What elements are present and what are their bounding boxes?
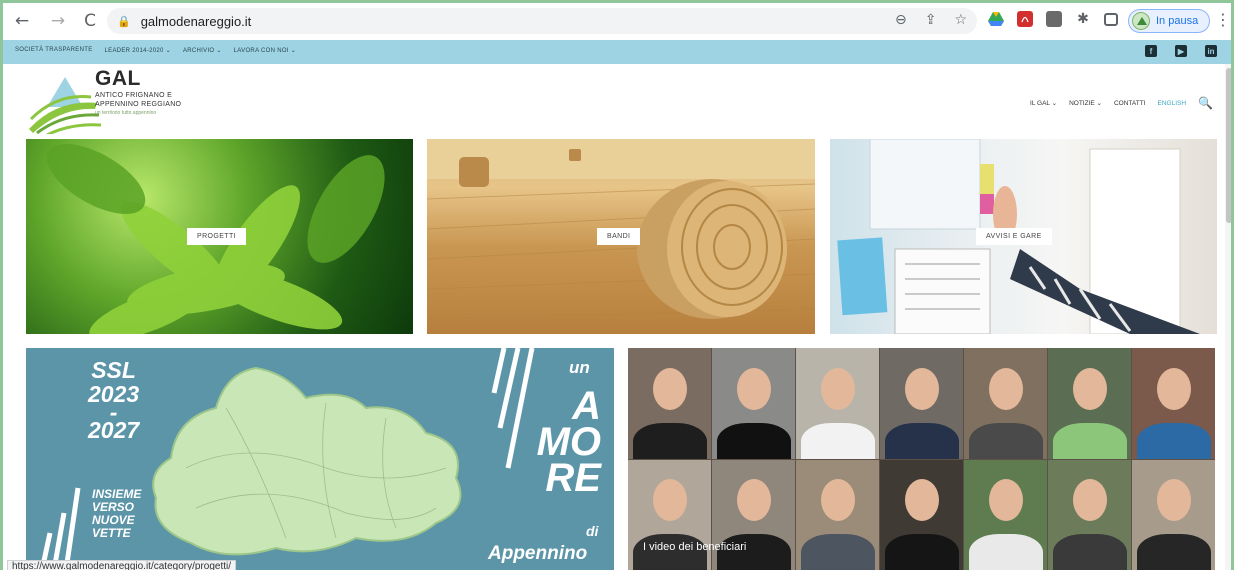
amore-word: A MO RE <box>531 384 601 500</box>
site-topbar: SOCIETÀ TRASPARENTE LEADER 2014-2020 ⌄ A… <box>3 40 1231 64</box>
youtube-icon[interactable]: ▶ <box>1175 45 1187 57</box>
site-header: GAL ANTICO FRIGNANO E APPENNINO REGGIANO… <box>3 64 1231 139</box>
page-scrollbar[interactable] <box>1225 64 1231 570</box>
puzzle-icon[interactable]: ✱ <box>1075 11 1091 27</box>
nav-item-contatti[interactable]: CONTATTI <box>1114 100 1146 107</box>
tile-label-bandi[interactable]: BANDI <box>597 228 641 245</box>
video-banner[interactable]: I video dei beneficiari <box>628 348 1215 570</box>
drive-icon[interactable] <box>988 11 1004 27</box>
tile-progetti[interactable]: PROGETTI <box>26 139 413 334</box>
url-text[interactable]: galmodenareggio.it <box>141 14 252 29</box>
tile-bandi[interactable]: BANDI <box>427 139 815 334</box>
forward-icon[interactable]: → <box>47 10 69 32</box>
amore-di: di <box>586 523 599 539</box>
amore-appennino: Appennino <box>488 543 588 564</box>
amore-part: A <box>572 384 601 428</box>
beneficiary-photo <box>1132 348 1215 459</box>
profile-label: In pausa <box>1156 15 1199 27</box>
status-bar-url: https://www.galmodenareggio.it/category/… <box>7 560 237 570</box>
lock-icon[interactable]: 🔒 <box>117 15 131 28</box>
beneficiary-photo <box>964 348 1047 459</box>
browser-toolbar: ← → C 🔒 galmodenareggio.it ⊖ ⇪ ☆ ✱ In pa… <box>3 3 1231 39</box>
nav-item-english[interactable]: ENGLISH <box>1158 100 1187 107</box>
topbar-link-lavora[interactable]: LAVORA CON NOI ⌄ <box>234 47 296 54</box>
sidepanel-icon[interactable] <box>1104 12 1118 26</box>
scrollbar-thumb[interactable] <box>1226 68 1231 223</box>
tile-avvisi[interactable]: AVVISI E GARE <box>830 139 1217 334</box>
logo-line1: ANTICO FRIGNANO E <box>95 92 173 99</box>
beneficiary-photo <box>796 459 879 570</box>
browser-window: ← → C 🔒 galmodenareggio.it ⊖ ⇪ ☆ ✱ In pa… <box>0 0 1234 570</box>
beneficiary-photo <box>796 348 879 459</box>
avatar <box>1132 12 1150 30</box>
extensions-bar: ✱ <box>988 11 1118 27</box>
linkedin-icon[interactable]: in <box>1205 45 1217 57</box>
extension-icon[interactable] <box>1046 11 1062 27</box>
topbar-link-archivio[interactable]: ARCHIVIO ⌄ <box>183 47 222 54</box>
beneficiary-photo <box>712 459 795 570</box>
ssl-year-end: 2027 <box>88 417 140 443</box>
facebook-icon[interactable]: f <box>1145 45 1157 57</box>
topbar-link-trasparente[interactable]: SOCIETÀ TRASPARENTE <box>15 47 93 54</box>
social-links: f ▶ in <box>1145 45 1217 57</box>
beneficiary-photo <box>628 459 711 570</box>
beneficiary-photo <box>1048 459 1131 570</box>
topbar-links: SOCIETÀ TRASPARENTE LEADER 2014-2020 ⌄ A… <box>15 47 296 54</box>
topbar-link-leader[interactable]: LEADER 2014-2020 ⌄ <box>105 47 171 54</box>
tile-label-avvisi[interactable]: AVVISI E GARE <box>976 228 1052 245</box>
zoom-icon[interactable]: ⊖ <box>895 12 907 28</box>
profile-button[interactable]: In pausa <box>1128 9 1210 33</box>
slogan-word: VETTE <box>92 526 131 540</box>
logo-line2: APPENNINO REGGIANO <box>95 101 182 108</box>
pdf-icon[interactable] <box>1017 11 1033 27</box>
amore-un: un <box>569 358 590 377</box>
back-icon[interactable]: ← <box>11 10 33 32</box>
nav-item-notizie[interactable]: NOTIZIE ⌄ <box>1069 99 1102 107</box>
reload-icon[interactable]: C <box>79 10 101 32</box>
amore-part: RE <box>545 456 601 500</box>
beneficiary-photo <box>880 348 963 459</box>
video-banner-label[interactable]: I video dei beneficiari <box>643 541 746 553</box>
beneficiary-photo <box>1048 348 1131 459</box>
ssl-years: SSL 2023 - 2027 <box>88 358 139 442</box>
nav-item-il-gal[interactable]: IL GAL ⌄ <box>1030 99 1057 107</box>
search-icon[interactable]: 🔍 <box>1198 96 1213 110</box>
ssl-title: SSL <box>91 357 136 383</box>
amore-part: MO <box>536 420 601 464</box>
star-icon[interactable]: ☆ <box>954 12 967 28</box>
logo-tagline: un territorio tutto appennino <box>95 110 157 116</box>
beneficiary-photo <box>712 348 795 459</box>
logo-text[interactable]: GAL ANTICO FRIGNANO E APPENNINO REGGIANO… <box>95 67 181 116</box>
ssl-slogan: INSIEME VERSO NUOVE VETTE <box>92 488 141 540</box>
address-bar[interactable]: 🔒 galmodenareggio.it ⊖ ⇪ ☆ <box>107 8 977 34</box>
main-nav: IL GAL ⌄ NOTIZIE ⌄ CONTATTI ENGLISH 🔍 <box>1030 96 1213 110</box>
ssl-banner[interactable]: SSL 2023 - 2027 INSIEME VERSO NUOVE VETT… <box>26 348 614 570</box>
tile-label-progetti[interactable]: PROGETTI <box>187 228 246 245</box>
beneficiary-photo <box>1132 459 1215 570</box>
beneficiary-photo <box>964 459 1047 570</box>
share-icon[interactable]: ⇪ <box>925 12 937 28</box>
beneficiary-photo <box>628 348 711 459</box>
menu-icon[interactable]: ⋮ <box>1215 10 1231 29</box>
video-collage <box>628 348 1215 570</box>
beneficiary-photo <box>880 459 963 570</box>
logo-title: GAL <box>95 67 141 90</box>
